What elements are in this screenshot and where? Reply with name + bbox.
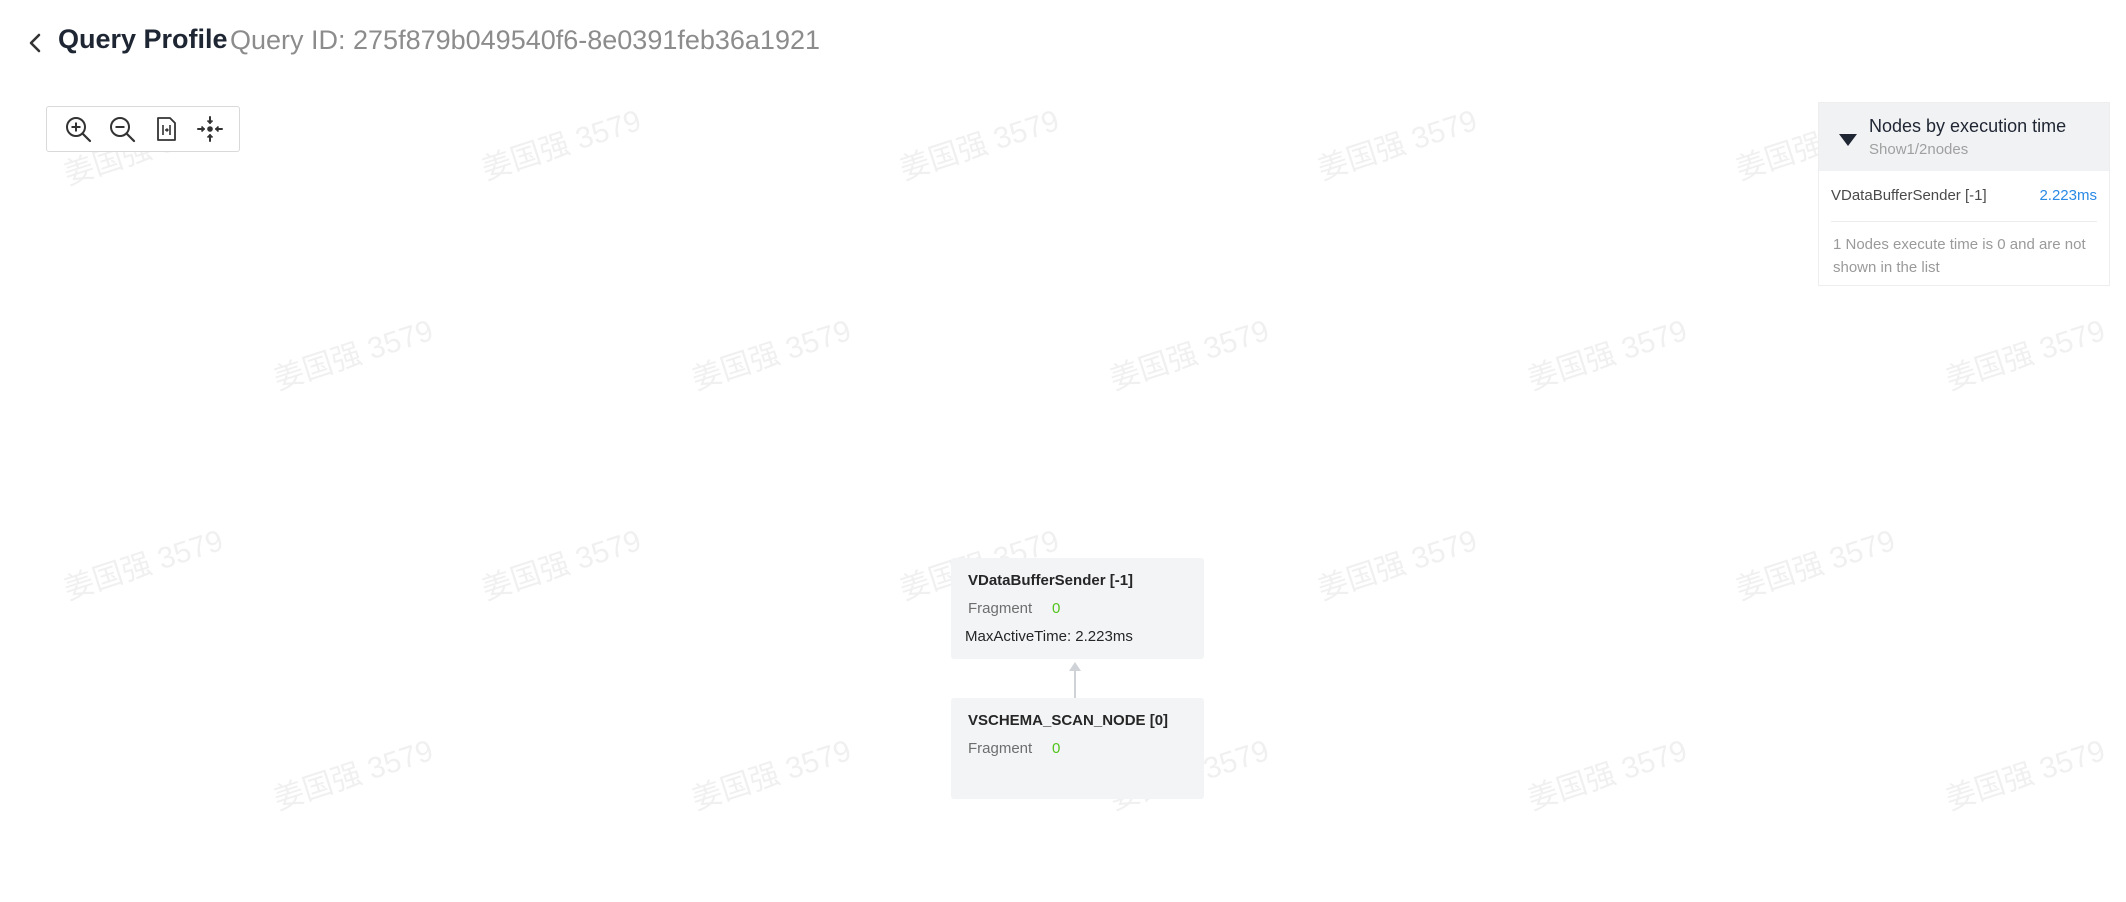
watermark: 姜国强 3579 [270,734,438,817]
back-arrow-icon[interactable] [26,32,46,54]
node-card-vschema-scan[interactable]: VSCHEMA_SCAN_NODE [0] Fragment 0 [951,698,1204,799]
max-active-time: MaxActiveTime: 2.223ms [965,628,1133,645]
watermark: 姜国强 3579 [1314,524,1482,607]
center-focus-icon[interactable] [195,114,225,144]
panel-header[interactable]: Nodes by execution time Show1/2nodes [1819,103,2109,171]
node-name: VDataBufferSender [-1] [1831,187,1987,204]
node-time[interactable]: 2.223ms [2039,187,2097,204]
fragment-value: 0 [1052,600,1061,617]
watermark: 姜国强 3579 [60,524,228,607]
graph-toolbar [46,106,240,152]
panel-subtitle: Show1/2nodes [1869,141,1969,158]
fragment-value: 0 [1052,740,1061,757]
zoom-out-icon[interactable] [107,114,137,144]
panel-note: 1 Nodes execute time is 0 and are not sh… [1833,236,2086,276]
watermark: 姜国强 3579 [1106,314,1274,397]
watermark: 姜国强 3579 [688,314,856,397]
node-card-vdatabuffersender[interactable]: VDataBufferSender [-1] Fragment 0 MaxAct… [951,558,1204,659]
query-id-label: Query ID: 275f879b049540f6-8e0391feb36a1… [230,25,820,55]
node-title: VDataBufferSender [-1] [968,572,1134,589]
node-edge-arrow [1069,662,1081,698]
zoom-in-icon[interactable] [63,114,93,144]
list-item[interactable]: VDataBufferSender [-1] 2.223ms [1831,171,2097,222]
page-header: Query Profile Query ID: 275f879b049540f6… [0,0,2126,86]
watermark: 姜国强 3579 [1314,104,1482,187]
fragment-label: Fragment [968,600,1033,617]
watermark: 姜国强 3579 [478,104,646,187]
watermark: 姜国强 3579 [688,734,856,817]
watermark: 姜国强 3579 [270,314,438,397]
fragment-label: Fragment [968,740,1033,757]
node-title: VSCHEMA_SCAN_NODE [0] [968,712,1169,729]
watermark: 姜国强 3579 [1942,734,2110,817]
execution-time-panel: Nodes by execution time Show1/2nodes VDa… [1818,102,2110,286]
watermark: 姜国强 3579 [1732,524,1900,607]
watermark: 姜国强 3579 [1942,314,2110,397]
caret-down-icon[interactable] [1839,133,1857,146]
watermark: 姜国强 3579 [1524,314,1692,397]
watermark: 姜国强 3579 [478,524,646,607]
fit-page-icon[interactable] [151,114,181,144]
watermark: 姜国强 3579 [1524,734,1692,817]
watermark: 姜国强 3579 [896,104,1064,187]
page-title: Query Profile [58,24,228,54]
panel-title: Nodes by execution time [1869,116,2067,136]
